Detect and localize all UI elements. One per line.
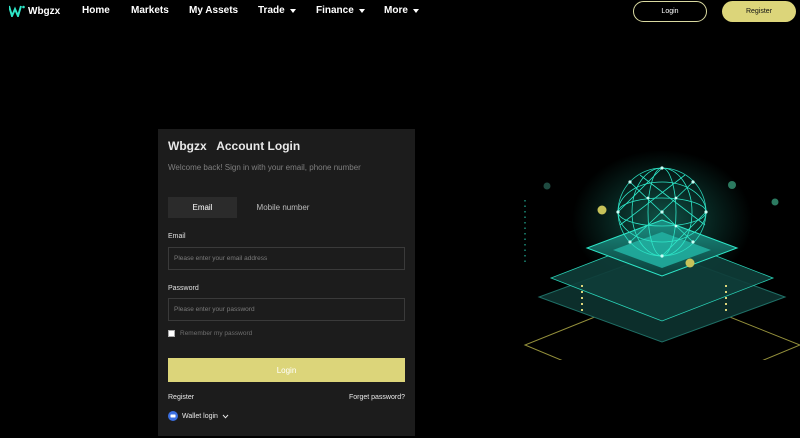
- floating-orb-center: [685, 258, 695, 268]
- login-card: Wbgzx Account Login Welcome back! Sign i…: [158, 129, 415, 436]
- wallet-login-dropdown[interactable]: Wallet login: [168, 411, 229, 421]
- tab-mobile-number[interactable]: Mobile number: [248, 197, 318, 218]
- caret-down-icon: [412, 8, 419, 13]
- top-navbar: Wbgzx Home Markets My Assets Trade Finan…: [0, 0, 800, 24]
- nav-markets-label: Markets: [131, 5, 169, 16]
- nav-trade[interactable]: Trade: [258, 5, 296, 16]
- header-login-button[interactable]: Login: [633, 1, 707, 22]
- nav-my-assets-label: My Assets: [189, 5, 239, 16]
- remember-password-label: Remember my password: [180, 330, 253, 337]
- email-label: Email: [168, 233, 186, 240]
- floating-orb-right-upper: [728, 181, 736, 189]
- nav-home[interactable]: Home: [82, 5, 110, 16]
- blockchain-globe-illustration: [523, 150, 800, 360]
- nav-finance-label: Finance: [316, 5, 354, 16]
- nav-my-assets[interactable]: My Assets: [189, 5, 238, 16]
- wallet-login-label: Wallet login: [182, 412, 218, 420]
- nav-markets[interactable]: Markets: [131, 5, 169, 16]
- brand-logo[interactable]: Wbgzx: [9, 5, 60, 17]
- email-input[interactable]: [168, 247, 405, 270]
- brand-name: Wbgzx: [28, 5, 61, 17]
- wbgzx-logo-icon: [9, 5, 25, 17]
- wallet-circle-icon: [168, 411, 178, 421]
- remember-password-row[interactable]: Remember my password: [168, 330, 252, 337]
- password-input[interactable]: [168, 298, 405, 321]
- nav-home-label: Home: [82, 5, 110, 16]
- nav-trade-label: Trade: [258, 5, 285, 16]
- login-submit-button[interactable]: Login: [168, 358, 405, 382]
- forgot-password-link[interactable]: Forget password?: [349, 394, 405, 401]
- login-title: Wbgzx Account Login: [168, 139, 301, 153]
- password-label: Password: [168, 285, 199, 292]
- caret-down-icon: [358, 8, 365, 13]
- register-link[interactable]: Register: [168, 394, 194, 401]
- nav-more-label: More: [384, 5, 408, 16]
- header-register-button[interactable]: Register: [722, 1, 796, 22]
- chevron-down-icon: [222, 414, 229, 419]
- nav-finance[interactable]: Finance: [316, 5, 365, 16]
- floating-orb-far-left: [543, 182, 551, 190]
- floating-orb-right: [771, 198, 779, 206]
- floating-orb-left: [597, 205, 607, 215]
- nav-more[interactable]: More: [384, 5, 419, 16]
- caret-down-icon: [289, 8, 296, 13]
- tab-email[interactable]: Email: [168, 197, 237, 218]
- login-subtitle: Welcome back! Sign in with your email, p…: [168, 163, 361, 172]
- remember-password-checkbox[interactable]: [168, 330, 175, 337]
